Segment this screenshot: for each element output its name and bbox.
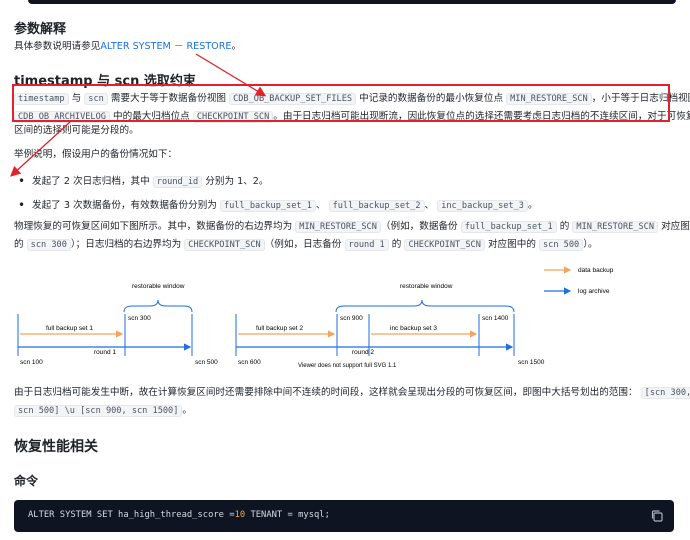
restorable-window-1-brace [123,299,193,313]
legend-log-archive-label: log archive [578,288,610,295]
copy-icon[interactable] [650,509,664,523]
code-full-backup-set-1: full_backup_set_1 [460,221,557,233]
section-title-params: 参数解释 [14,22,67,37]
svg-support-note: Viewer does not support full SVG 1.1 [298,363,397,369]
code-checkpoint-scn: CHECKPOINT_SCN [404,239,485,251]
round-1-label: round 1 [94,349,116,356]
code-cdb-ob-backup-set-files: CDB_OB_BACKUP_SET_FILES [229,93,357,105]
annotation-arrow-link [195,53,267,97]
scn-guide-lines [17,314,515,356]
params-description: 具体参数说明请参见ALTER SYSTEM － RESTORE。 [14,38,241,56]
text: 需要大于等于数据备份视图 [110,93,227,104]
text: （例如，数据备份 [380,221,458,232]
example-intro: 举例说明，假设用户的备份情况如下： [14,149,178,160]
code-inc-backup-set-3: inc_backup_set_3 [437,200,528,212]
text: ）；日志归档的右边界均为 [70,239,182,250]
text: 。 [528,200,538,211]
list-item: 发起了 2 次日志归档，其中 round_id 分别为 1、2。 [14,170,674,194]
text: 对应图中 [661,221,690,232]
alter-system-restore-link[interactable]: ALTER SYSTEM － RESTORE [100,41,231,52]
text: 与 [71,93,82,104]
text: 的 [14,239,24,250]
restore-range-paragraph: 物理恢复的可恢复区间如下图所示。其中，数据备份的右边界均为 MIN_RESTOR… [14,218,690,254]
text: 、 [315,200,326,211]
section-title-performance: 恢复性能相关 [14,439,98,455]
previous-code-block-edge [28,0,676,4]
inc-backup-set-3-label: inc backup set 3 [390,325,437,332]
legend-data-backup-label: data backup [578,267,614,274]
scn-900-label: scn 900 [340,315,363,322]
text: （例如，日志备份 [264,239,342,250]
text: 、 [424,200,435,211]
text: ，小于等于日志归档视图 [591,93,690,104]
params-text-prefix: 具体参数说明请参见 [14,41,101,52]
text: 由于日志归档可能发生中断，故在计算恢复区间时还需要排除中间不连续的时间段，这样就… [14,387,638,398]
text: ）。 [583,239,598,250]
text: 发起了 2 次日志归档，其中 [32,176,150,187]
code-round-id: round_id [152,176,203,188]
code-checkpoint-scn: CHECKPOINT_SCN [192,111,274,123]
code-scn-500: scn 500 [538,239,584,251]
code-min-restore-scn: MIN_RESTORE_SCN [506,93,592,105]
text: 物理恢复的可恢复区间如下图所示。其中，数据备份的右边界均为 [14,221,293,232]
section-subtitle-command: 命令 [14,474,39,488]
code-checkpoint-scn: CHECKPOINT_SCN [184,239,265,251]
code-full-backup-set-2: full_backup_set_2 [328,200,425,212]
code-number: 10 [234,510,246,520]
code-range-part2: scn 500] \u [scn 900, scn 1500] [14,405,183,417]
restorable-window-diagram: data backup log archive restorable windo… [17,266,614,369]
full-backup-set-2-label: full backup set 2 [256,325,303,332]
text: 区间的选择则可能是分段的。 [14,125,139,136]
text: 。 [182,405,192,416]
scn-1500-label: scn 1500 [518,359,545,366]
code-round-1: round 1 [344,239,389,251]
restorable-window-2-brace [335,299,515,313]
text: 对应图中的 [487,239,536,250]
code-range-part1: [scn 300, [640,387,690,399]
scn-1400-label: scn 1400 [482,315,509,322]
scn-300-label: scn 300 [128,315,151,322]
scn-500-label: scn 500 [195,359,218,366]
round-2-label: round 2 [352,349,374,356]
full-backup-set-1-label: full backup set 1 [46,325,93,332]
code-full-backup-set-1: full_backup_set_1 [219,200,316,212]
scn-100-label: scn 100 [20,359,43,366]
constraint-paragraph: timestamp 与 scn 需要大于等于数据备份视图 CDB_OB_BACK… [14,90,690,140]
restorable-window-2-label: restorable window [400,283,453,290]
scn-600-label: scn 600 [238,359,261,366]
text: 发起了 3 次数据备份，有效数据备份分别为 [32,200,217,211]
text: 。由于日志归档可能出现断流，因此恢复位点的选择还需要考虑日志归档的不连续区间，对… [273,111,690,122]
text: 中记录的数据备份的最小恢复位点 [359,93,504,104]
command-code-block[interactable]: ALTER SYSTEM SET ha_high_thread_score =1… [14,500,674,532]
code-scn: scn [84,93,108,105]
backup-bullet-list: 发起了 2 次日志归档，其中 round_id 分别为 1、2。 发起了 3 次… [14,170,674,218]
restorable-window-1-label: restorable window [132,283,185,290]
text: 分别为 1、2。 [205,176,269,187]
code-part: ALTER SYSTEM SET ha_high_thread_score = [28,510,235,520]
command-code-text[interactable]: ALTER SYSTEM SET ha_high_thread_score =1… [28,510,330,520]
params-text-suffix: 。 [231,41,242,52]
text: 的 [391,239,402,250]
segmented-range-paragraph: 由于日志归档可能发生中断，故在计算恢复区间时还需要排除中间不连续的时间段，这样就… [14,384,690,420]
code-scn-300: scn 300 [26,239,71,251]
text: 中的最大归档位点 [113,111,190,122]
section-title-timestamp-scn: timestamp 与 scn 选取约束 [14,74,196,89]
code-part: TENANT = mysql; [245,510,330,520]
text: 的 [559,221,570,232]
code-timestamp: timestamp [14,93,69,105]
code-min-restore-scn: MIN_RESTORE_SCN [572,221,658,233]
code-min-restore-scn: MIN_RESTORE_SCN [295,221,381,233]
list-item: 发起了 3 次数据备份，有效数据备份分别为 full_backup_set_1、… [14,194,674,218]
